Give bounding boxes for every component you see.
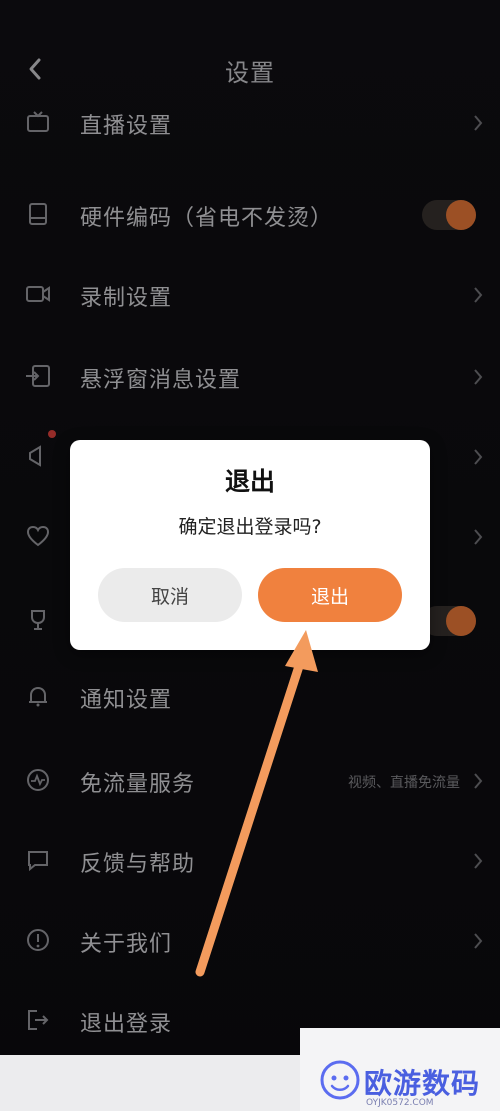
dialog-message: 确定退出登录吗?	[178, 516, 322, 538]
cancel-button[interactable]: 取消	[98, 568, 242, 622]
watermark-url: OYJK0572.COM	[366, 1098, 434, 1108]
dialog-title: 退出	[224, 467, 275, 496]
logout-dialog: 退出 确定退出登录吗? 取消 退出	[70, 440, 430, 650]
confirm-logout-button[interactable]: 退出	[258, 568, 402, 622]
settings-screen: 设置 直播设置 硬件编码（省电不发烫） 录制设置 悬浮窗消息设置 通知设置 免流…	[0, 0, 500, 1111]
watermark-logo-icon	[320, 1060, 360, 1100]
watermark-name: 欧游数码	[364, 1067, 481, 1100]
watermark: 欧游数码 OYJK0572.COM	[300, 1028, 500, 1111]
